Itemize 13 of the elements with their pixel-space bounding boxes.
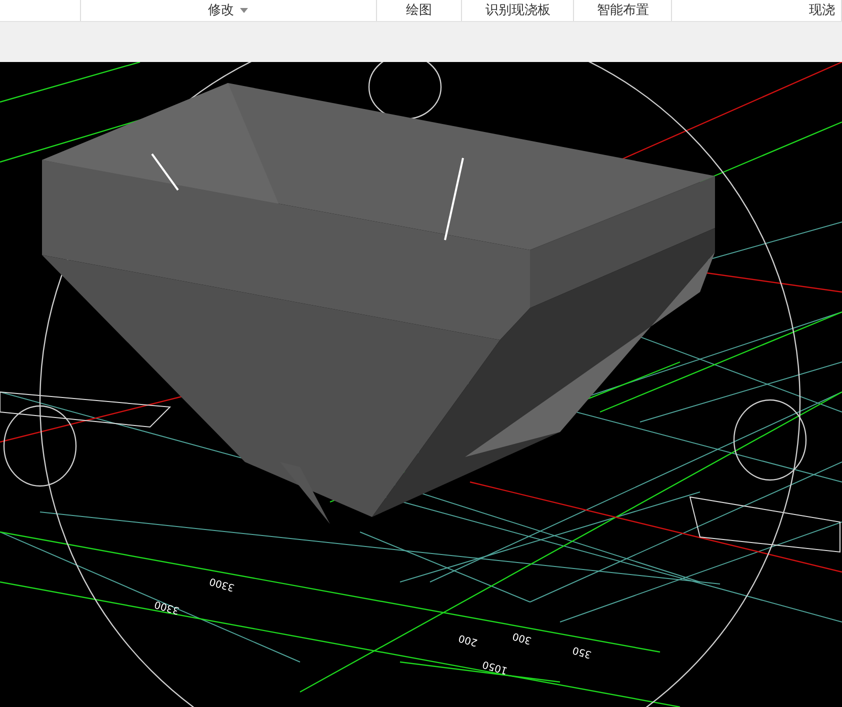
dimension-label: 350 [571,644,593,660]
dimension-label: 200 [457,632,479,648]
ribbon-group-label[interactable]: 现浇 [809,2,835,18]
ribbon-group-label[interactable]: 智能布置 [596,2,649,18]
dimension-label: 3300 [208,575,236,593]
cad-viewport[interactable]: 3300 3300 200 300 350 1050 [0,62,842,707]
caret-icon[interactable] [240,8,248,13]
dimension-label: 300 [511,630,533,646]
ribbon-group-label[interactable]: 绘图 [406,2,432,18]
dimension-label: 1050 [481,658,509,676]
ribbon-group-label[interactable]: 识别现浇板 [485,2,550,18]
ribbon-group-label[interactable]: 修改 [208,2,234,18]
dimension-label: 3300 [153,598,181,616]
